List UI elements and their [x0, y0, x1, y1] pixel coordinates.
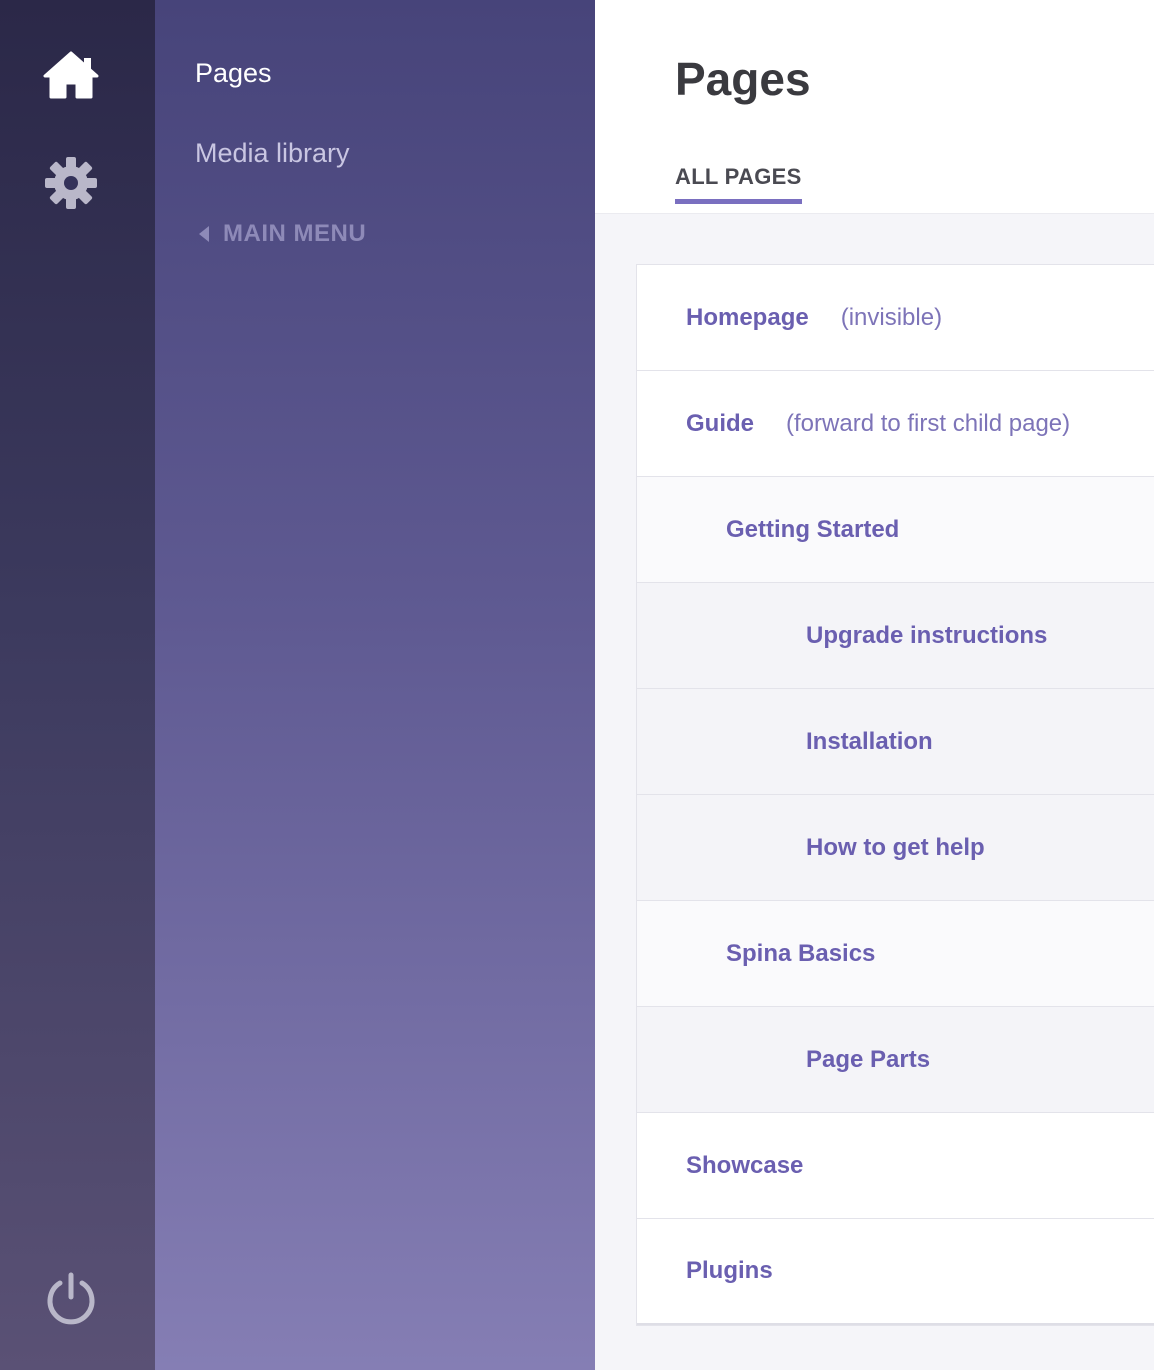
page-name-link[interactable]: Getting Started — [726, 516, 899, 544]
page-name-link[interactable]: Plugins — [686, 1257, 773, 1285]
nav-item-pages[interactable]: Pages — [195, 58, 272, 89]
page-row[interactable]: Spina Basics — [637, 901, 1154, 1007]
page-status-note: (invisible) — [840, 303, 943, 331]
page-list: Homepage (invisible) Guide (forward to firs… — [636, 264, 1154, 1326]
main-content: Pages ALL PAGES Homepage (invisible) Guide… — [595, 0, 1154, 1370]
page-row[interactable]: Guide (forward to first child page) — [637, 371, 1154, 477]
main-menu-label: MAIN MENU — [223, 220, 367, 247]
page-name-link[interactable]: Upgrade instructions — [806, 622, 1047, 650]
main-menu-back-link[interactable]: MAIN MENU — [199, 220, 366, 248]
nav-item-media-library[interactable]: Media library — [195, 138, 350, 169]
page-row[interactable]: How to get help — [637, 795, 1154, 901]
page-name-link[interactable]: Guide — [686, 410, 754, 438]
page-row[interactable]: Showcase — [637, 1113, 1154, 1219]
page-name-link[interactable]: Page Parts — [806, 1046, 930, 1074]
page-row[interactable]: Page Parts — [637, 1007, 1154, 1113]
tab-all-pages[interactable]: ALL PAGES — [675, 164, 802, 204]
nav-panel: Pages Media library MAIN MENU — [155, 0, 595, 1370]
page-row[interactable]: Upgrade instructions — [637, 583, 1154, 689]
page-name-link[interactable]: Homepage — [686, 304, 809, 332]
page-row[interactable]: Plugins — [637, 1219, 1154, 1325]
page-row[interactable]: Homepage (invisible) — [637, 265, 1154, 371]
page-name-link[interactable]: Installation — [806, 728, 933, 756]
page-row[interactable]: Getting Started — [637, 477, 1154, 583]
power-icon[interactable] — [36, 1264, 106, 1334]
page-title: Pages — [675, 53, 811, 105]
page-status-note: (forward to first child page) — [786, 409, 1071, 437]
home-icon[interactable] — [36, 40, 106, 110]
caret-left-icon — [199, 226, 209, 242]
page-name-link[interactable]: How to get help — [806, 834, 985, 862]
icon-rail — [0, 0, 155, 1370]
page-row[interactable]: Installation — [637, 689, 1154, 795]
gear-icon[interactable] — [36, 148, 106, 218]
page-name-link[interactable]: Showcase — [686, 1152, 803, 1180]
page-name-link[interactable]: Spina Basics — [726, 940, 875, 968]
page-header: Pages ALL PAGES — [595, 0, 1154, 214]
